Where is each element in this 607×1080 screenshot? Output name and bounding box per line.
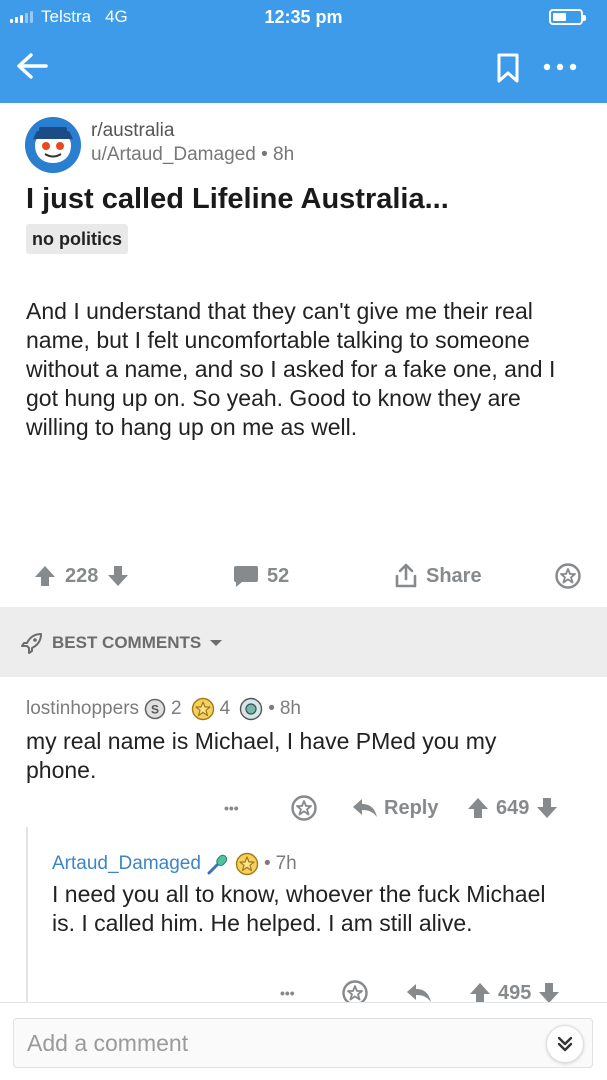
- reply-more-dots: •••: [280, 985, 295, 1001]
- comment-score: 649: [496, 796, 530, 819]
- downvote-button[interactable]: [106, 564, 130, 588]
- comment-composer: [0, 1002, 607, 1080]
- share-icon: [395, 563, 417, 588]
- bookmark-button[interactable]: [494, 52, 522, 84]
- comment-more-dots: •••: [224, 800, 239, 816]
- comment-upvote-button[interactable]: [466, 796, 490, 820]
- post-actions: 228 52 Share: [0, 558, 607, 594]
- comment-reply-button[interactable]: Reply: [352, 791, 438, 825]
- bookmark-icon: [497, 53, 519, 83]
- reply-author[interactable]: Artaud_Damaged: [52, 853, 201, 875]
- post-title: I just called Lifeline Australia...: [26, 183, 449, 215]
- back-button[interactable]: [14, 48, 50, 84]
- post-vote-group: 228: [33, 558, 130, 594]
- post-score: 228: [65, 564, 99, 587]
- add-comment-input[interactable]: [13, 1018, 593, 1068]
- arrow-left-icon: [17, 53, 48, 79]
- award-star-icon: [291, 795, 317, 821]
- share-label: Share: [426, 564, 482, 587]
- subreddit-avatar[interactable]: [25, 117, 81, 173]
- subreddit-snoo-icon: [25, 117, 81, 173]
- battery-icon: [549, 9, 586, 25]
- comment-author[interactable]: lostinhoppers: [26, 698, 139, 720]
- comment-award-button[interactable]: [291, 791, 317, 825]
- gold-award-icon: [235, 852, 259, 876]
- reply-arrow-icon: [407, 984, 431, 1002]
- comment-body: my real name is Michael, I have PMed you…: [26, 728, 497, 783]
- collapse-comments-button[interactable]: [546, 1025, 584, 1063]
- post-comment-count: 52: [267, 564, 290, 587]
- status-bar: Telstra 4G 12:35 pm: [0, 0, 607, 34]
- comment-age: 8h: [279, 698, 301, 719]
- svg-text:S: S: [151, 703, 159, 717]
- more-options-button[interactable]: [540, 52, 580, 82]
- comment-downvote-button[interactable]: [535, 796, 559, 820]
- comment-more-button[interactable]: •••: [224, 791, 239, 825]
- comment-sort-bar: BEST COMMENTS: [0, 607, 607, 677]
- reply-meta: Artaud_Damaged • 7h: [52, 852, 297, 876]
- downvote-arrow-icon: [108, 566, 129, 586]
- post-body: And I understand that they can't give me…: [26, 298, 556, 440]
- more-dots-icon: [543, 63, 577, 71]
- silver-award-icon: S: [144, 698, 166, 720]
- gold-award-count: 4: [219, 698, 231, 719]
- comment-sort-button[interactable]: BEST COMMENTS: [20, 631, 223, 655]
- post-comments-button[interactable]: 52: [233, 558, 289, 594]
- share-button[interactable]: Share: [394, 558, 482, 594]
- post-meta: u/Artaud_Damaged • 8h: [91, 144, 295, 165]
- reply-age: 7h: [275, 853, 297, 874]
- post-flair: no politics: [26, 224, 128, 254]
- give-award-button[interactable]: [555, 558, 581, 594]
- clock: 12:35 pm: [264, 7, 343, 27]
- upvote-arrow-icon: [35, 566, 55, 586]
- reply-arrow-icon: [353, 799, 377, 817]
- app-header: Telstra 4G 12:35 pm: [0, 0, 607, 103]
- comment-actions: ••• Reply 649: [0, 791, 607, 825]
- comment-sort-label: BEST COMMENTS: [52, 633, 202, 652]
- gold-award-icon: [191, 697, 215, 721]
- downvote-arrow-icon: [537, 798, 558, 818]
- comment-meta: lostinhoppers S 2 4 • 8h: [26, 697, 301, 721]
- platinum-award-icon: [239, 697, 263, 721]
- rocket-icon: [21, 633, 42, 654]
- microphone-award-icon: [206, 853, 230, 875]
- chevron-down-icon: [210, 640, 223, 646]
- upvote-arrow-icon: [468, 798, 488, 818]
- award-star-icon: [555, 563, 581, 589]
- upvote-button[interactable]: [33, 564, 57, 588]
- reply-body: I need you all to know, whoever the fuck…: [52, 881, 546, 936]
- subreddit-name[interactable]: r/australia: [91, 120, 174, 142]
- silver-award-count: 2: [171, 698, 182, 719]
- post-author[interactable]: u/Artaud_Damaged: [91, 144, 256, 165]
- double-chevron-down-icon: [557, 1036, 573, 1052]
- post-age: 8h: [273, 144, 295, 165]
- comment-bubble-icon: [234, 566, 258, 587]
- comment-reply-label: Reply: [384, 796, 439, 819]
- comment-vote-group: 649: [466, 791, 559, 825]
